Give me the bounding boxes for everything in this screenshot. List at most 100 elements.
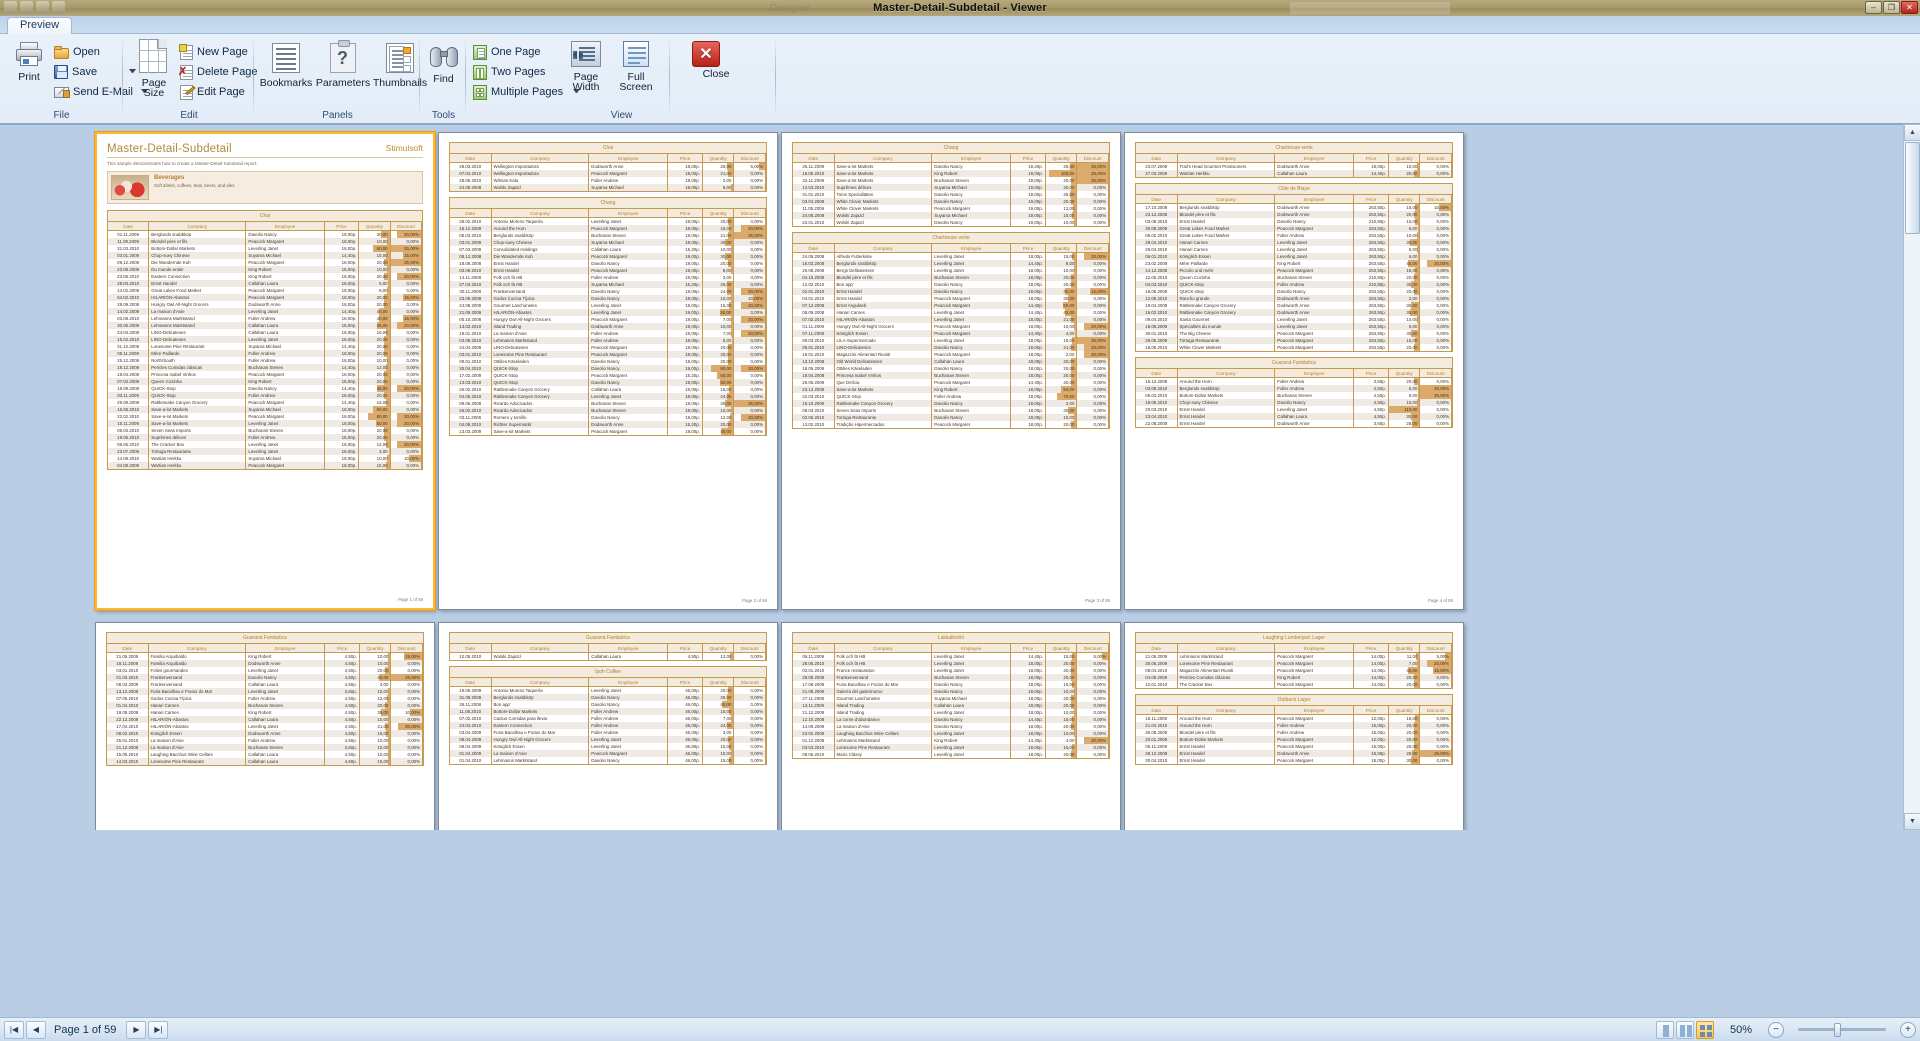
edit-page-button[interactable]: Edit Page	[180, 83, 245, 101]
report-page-5[interactable]: Guaraná Fantástica Date Company Employee Pri…	[95, 622, 435, 830]
cell-employee: Leverling Janet	[1274, 246, 1355, 253]
quick-access-icon-3[interactable]	[52, 1, 65, 14]
two-pages-button[interactable]: Two Pages	[473, 63, 545, 81]
table-row: 07.02.2010 Cactus Comidas para llevar Full…	[450, 715, 766, 722]
table-row: 12.05.2010 Rancho grande Dodsworth Anne 263…	[1136, 295, 1452, 302]
cell-date: 18.05.2009	[793, 365, 835, 372]
column-header: Price	[1353, 369, 1389, 378]
report-page-3[interactable]: Chang Date Company Employee Price Quantity Dis…	[781, 132, 1121, 610]
cell-company: Trail's Head Gourmet Provisioners	[1177, 162, 1276, 170]
new-page-button[interactable]: New Page	[179, 43, 248, 61]
close-preview-button[interactable]: ✕ Close	[692, 41, 740, 80]
delete-page-label: Delete Page	[197, 66, 258, 78]
report-viewer-canvas[interactable]: Stimulsoft Master-Detail-Subdetail This sa…	[0, 124, 1920, 830]
zoom-in-button[interactable]: +	[1900, 1021, 1916, 1038]
table-row: 01.11.2009 Hungry Owl All-Night Grocers Pe…	[793, 323, 1109, 330]
cell-price: 210,80p.	[1353, 281, 1389, 288]
bookmarks-button[interactable]: Bookmarks	[258, 43, 314, 89]
column-header: Date	[107, 644, 149, 653]
page-size-button[interactable]: Page Size	[132, 39, 176, 99]
cell-price: 19,00p.	[667, 365, 703, 372]
page-width-button[interactable]: Page Width	[562, 41, 610, 93]
cell-quantity: 45,00	[358, 385, 391, 392]
minimize-button[interactable]: –	[1865, 1, 1882, 14]
cell-employee: Peacock Margaret	[931, 205, 1012, 212]
cell-price: 18,00p.	[1010, 702, 1046, 709]
cell-quantity: 20,00	[1388, 377, 1421, 385]
table-row: 05.03.2010 Berglunds snabbköp Buchanan Ste…	[450, 232, 766, 239]
cell-discount: 10,00%	[733, 295, 766, 302]
cell-quantity: 10,00	[1045, 730, 1078, 737]
table-row: 04.03.2010 QUICK-Stop Fuller Andrew 210,80p…	[1136, 281, 1452, 288]
column-header: Quantity	[1388, 195, 1421, 204]
cell-employee: Peacock Margaret	[588, 428, 669, 435]
quick-access-icon-2[interactable]	[36, 1, 49, 14]
next-page-button[interactable]: ▶	[126, 1020, 147, 1039]
cell-quantity: 54,00	[1045, 386, 1078, 393]
parameters-icon: ?	[330, 40, 356, 73]
table-row: 11.05.2009 White Clover Markets Peacock Ma…	[793, 205, 1109, 212]
cell-date: 28.02.2010	[450, 217, 492, 225]
view-mode-one-page-button[interactable]	[1656, 1020, 1674, 1039]
table-row: 14.02.2009 Great Lakes Food Market Peacock…	[108, 287, 423, 294]
cell-employee: Davolio Nancy	[931, 198, 1012, 205]
report-page-6[interactable]: Guaraná Fantástica Date Company Employee Pri…	[438, 622, 778, 830]
viewer-vertical-scrollbar[interactable]: ▲ ▼	[1903, 124, 1920, 830]
report-page-8[interactable]: Laughing Lumberjack Lager Date Company Empl…	[1124, 622, 1464, 830]
maximize-button[interactable]: ❐	[1883, 1, 1900, 14]
cell-quantity: 8,00	[1045, 260, 1078, 267]
one-page-button[interactable]: One Page	[473, 43, 541, 61]
table-row: 28.12.2008 Ernst Handel Dodsworth Anne 15,0…	[1136, 750, 1452, 757]
report-page-1[interactable]: Stimulsoft Master-Detail-Subdetail This sa…	[95, 132, 435, 610]
table-row: 27.11.2008 Gourmet Lanchonetes Suyama Mich…	[793, 695, 1109, 702]
view-mode-two-pages-button[interactable]	[1676, 1020, 1694, 1039]
parameters-button[interactable]: ? Parameters	[315, 40, 371, 89]
cell-company: Piccolo und mehr	[1177, 267, 1276, 274]
cell-employee: Fuller Andrew	[1274, 729, 1355, 736]
cell-price: 15,00p.	[1353, 743, 1389, 750]
column-header: Quantity	[702, 678, 735, 687]
open-button[interactable]: Open	[54, 43, 100, 61]
group-separator-view	[775, 37, 776, 117]
cell-discount: 0,00%	[733, 309, 766, 316]
cell-price: 263,50p.	[1353, 239, 1389, 246]
cell-discount: 0,00%	[1076, 716, 1109, 723]
first-page-button[interactable]: |◀	[4, 1020, 24, 1039]
scrollbar-thumb[interactable]	[1905, 142, 1920, 234]
cell-quantity: 40,00	[702, 701, 735, 708]
cell-quantity: 20,00	[358, 294, 391, 301]
cell-date: 24.08.2009	[450, 302, 492, 309]
scroll-down-arrow-icon[interactable]: ▼	[1904, 813, 1920, 830]
previous-page-button[interactable]: ◀	[26, 1020, 46, 1039]
cell-company: Wartian Herkku	[1177, 170, 1276, 177]
delete-page-button[interactable]: ✗ Delete Page	[178, 63, 258, 81]
find-button[interactable]: Find	[421, 45, 466, 85]
zoom-slider[interactable]	[1786, 1021, 1898, 1039]
cell-company: Bon app'	[491, 701, 590, 708]
last-page-button[interactable]: ▶|	[148, 1020, 169, 1039]
cell-quantity: 10,00	[359, 751, 392, 758]
report-page-7[interactable]: Lakkalikööri Date Company Employee Price Quan…	[781, 622, 1121, 830]
cell-company: Wellington Importadora	[491, 162, 590, 170]
report-page-4[interactable]: Chartreuse verte Date Company Employee Price…	[1124, 132, 1464, 610]
full-screen-button[interactable]: Full Screen	[612, 41, 660, 93]
cell-employee: Leverling Janet	[245, 441, 325, 448]
quick-access-icon-1[interactable]	[20, 1, 33, 14]
cell-company: Folk och fä HB	[834, 652, 933, 660]
cell-company: Island Trading	[491, 323, 590, 330]
cell-quantity: 21,00	[1045, 344, 1078, 351]
close-window-button[interactable]: ✕	[1901, 1, 1918, 14]
cell-quantity: 20,00	[1388, 743, 1421, 750]
cell-company: La maison d'Asie	[834, 723, 933, 730]
view-mode-multiple-pages-button[interactable]	[1696, 1020, 1714, 1039]
scroll-up-arrow-icon[interactable]: ▲	[1904, 124, 1920, 141]
product-table: Chartreuse verte Date Company Employee Price…	[792, 232, 1110, 429]
zoom-out-button[interactable]: −	[1768, 1021, 1784, 1038]
table-row: 31.08.2008 Berglunds snabbköp Davolio Nanc…	[450, 694, 766, 701]
report-page-2[interactable]: Chai Date Company Employee Price Quantity Disc…	[438, 132, 778, 610]
tab-preview[interactable]: Preview	[7, 17, 73, 34]
print-button[interactable]: Print	[6, 41, 52, 83]
cell-date: 30.06.2009	[1136, 660, 1178, 667]
zoom-slider-knob[interactable]	[1834, 1022, 1841, 1037]
column-header: Company	[1177, 644, 1276, 653]
